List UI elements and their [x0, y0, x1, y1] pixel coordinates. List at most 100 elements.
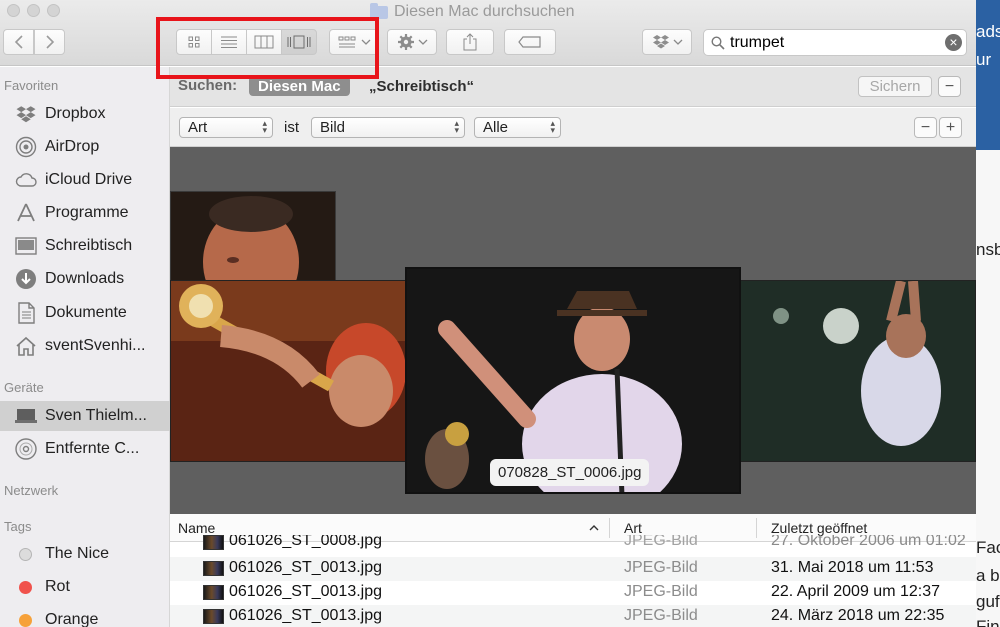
chevron-down-icon	[418, 39, 427, 45]
tag-color-icon	[19, 580, 32, 594]
search-input[interactable]	[730, 32, 940, 53]
sidebar-item-home[interactable]: sventSvenhi...	[0, 331, 170, 361]
sidebar-item-airdrop[interactable]: AirDrop	[0, 132, 170, 162]
chevron-down-icon	[673, 39, 682, 45]
up-down-arrows-icon: ▴ ▾	[454, 118, 459, 135]
sidebar-heading-favorites: Favoriten	[4, 78, 59, 93]
sidebar-heading-devices: Geräte	[4, 380, 44, 395]
file-date: 27. Oktober 2006 um 01:02	[771, 535, 966, 549]
action-button[interactable]	[387, 29, 437, 55]
criteria-value: Bild	[320, 119, 346, 136]
laptop-icon	[14, 404, 38, 428]
sidebar-heading-tags: Tags	[4, 519, 32, 534]
back-button[interactable]	[3, 29, 34, 55]
search-icon	[711, 36, 725, 50]
sidebar-item-documents[interactable]: Dokumente	[0, 298, 170, 328]
sidebar-item-label: Downloads	[45, 270, 125, 287]
criteria-subvalue-popup[interactable]: Alle ▴ ▾	[474, 117, 561, 138]
sidebar-item-applications[interactable]: Programme	[0, 198, 170, 228]
background-text: Fac	[976, 538, 1000, 557]
background-text: ads	[976, 22, 1000, 41]
zoom-window-button[interactable]	[47, 4, 60, 17]
tags-button[interactable]	[504, 29, 556, 55]
search-criteria-bar: Art ▴ ▾ ist Bild ▴ ▾ Alle ▴ ▾ − +	[170, 108, 976, 147]
up-down-arrows-icon: ▴ ▾	[262, 118, 267, 135]
scope-this-mac-button[interactable]: Diesen Mac	[249, 76, 350, 96]
tag-icon	[518, 36, 541, 48]
file-name: 061026_ST_0008.jpg	[229, 535, 383, 549]
dropbox-icon	[652, 35, 669, 49]
coverflow-view[interactable]: 070828_ST_0006.jpg	[170, 147, 976, 514]
column-header-kind[interactable]: Art	[624, 520, 642, 536]
sidebar-item-label: Schreibtisch	[45, 237, 133, 254]
table-row[interactable]: 061026_ST_0013.jpg JPEG-Bild 22. April 2…	[170, 581, 976, 605]
coverflow-image[interactable]	[740, 280, 976, 462]
file-name: 061026_ST_0013.jpg	[229, 583, 383, 600]
sidebar-item-tag-the-nice[interactable]: The Nice	[0, 539, 170, 569]
column-header-date-opened[interactable]: Zuletzt geöffnet	[771, 520, 867, 536]
file-kind: JPEG-Bild	[624, 607, 698, 624]
search-field[interactable]: ×	[703, 29, 967, 56]
sidebar-item-desktop[interactable]: Schreibtisch	[0, 231, 170, 261]
sidebar-item-this-computer[interactable]: Sven Thielm...	[0, 401, 170, 431]
background-text: a b	[976, 566, 1000, 585]
file-thumbnail-icon	[203, 561, 224, 576]
dropbox-menu-button[interactable]	[642, 29, 692, 55]
highlight-annotation	[156, 17, 379, 79]
coverflow-image[interactable]	[170, 280, 406, 462]
remove-criteria-button[interactable]: −	[914, 117, 937, 138]
file-thumbnail-icon	[203, 609, 224, 624]
coverflow-caption: 070828_ST_0006.jpg	[490, 459, 650, 486]
table-row[interactable]: 061026_ST_0013.jpg JPEG-Bild 24. März 20…	[170, 605, 976, 627]
share-button[interactable]	[446, 29, 494, 55]
sidebar-item-label: AirDrop	[45, 138, 100, 155]
sidebar-item-label: sventSvenhi...	[45, 337, 146, 354]
close-window-button[interactable]	[7, 4, 20, 17]
disc-icon	[14, 437, 38, 461]
forward-button[interactable]	[34, 29, 65, 55]
scope-label: Suchen:	[178, 77, 238, 94]
gear-icon	[397, 34, 414, 50]
titlebar: Diesen Mac durchsuchen trumpet ×	[0, 0, 976, 66]
file-name: 061026_ST_0013.jpg	[229, 607, 383, 624]
column-header-name[interactable]: Name	[178, 520, 215, 536]
sidebar-item-label: Dokumente	[45, 304, 127, 321]
remove-search-button[interactable]: −	[938, 76, 961, 97]
sidebar-item-tag-orange[interactable]: Orange	[0, 605, 170, 627]
clear-search-button[interactable]: ×	[945, 34, 962, 51]
file-date: 24. März 2018 um 22:35	[771, 607, 945, 624]
sidebar-item-label: Rot	[45, 578, 70, 595]
sidebar-item-remote-disc[interactable]: Entfernte C...	[0, 434, 170, 464]
table-row[interactable]: 061026_ST_0013.jpg JPEG-Bild 31. Mai 201…	[170, 557, 976, 581]
sidebar-item-downloads[interactable]: Downloads	[0, 264, 170, 294]
table-row[interactable]: 061026_ST_0008.jpg JPEG-Bild 27. Oktober…	[170, 535, 976, 557]
airdrop-icon	[14, 135, 38, 159]
criteria-operator: ist	[284, 119, 299, 136]
sidebar-heading-network: Netzwerk	[4, 483, 59, 498]
sidebar-item-label: Sven Thielm...	[45, 407, 147, 424]
document-icon	[14, 301, 38, 325]
coverflow-image[interactable]	[170, 191, 336, 286]
criteria-attribute-popup[interactable]: Art ▴ ▾	[179, 117, 273, 138]
file-name: 061026_ST_0013.jpg	[229, 559, 383, 576]
add-criteria-button[interactable]: +	[939, 117, 962, 138]
file-kind: JPEG-Bild	[624, 535, 698, 549]
minimize-window-button[interactable]	[27, 4, 40, 17]
sort-ascending-icon[interactable]	[589, 524, 599, 532]
sidebar-item-tag-red[interactable]: Rot	[0, 572, 170, 602]
sidebar-item-dropbox[interactable]: Dropbox	[0, 99, 170, 129]
sidebar-item-icloud-drive[interactable]: iCloud Drive	[0, 165, 170, 195]
background-text: ur	[976, 50, 992, 69]
scope-desktop-button[interactable]: „Schreibtisch“	[360, 76, 483, 96]
window-title: Diesen Mac durchsuchen	[370, 2, 575, 22]
file-thumbnail-icon	[203, 585, 224, 600]
desktop-icon	[14, 234, 38, 258]
save-search-button[interactable]: Sichern	[858, 76, 932, 97]
sidebar-item-label: Entfernte C...	[45, 440, 140, 457]
criteria-value-popup[interactable]: Bild ▴ ▾	[311, 117, 465, 138]
criteria-subvalue: Alle	[483, 119, 509, 136]
chevron-left-icon	[14, 35, 23, 49]
file-date: 31. Mai 2018 um 11:53	[771, 559, 934, 576]
applications-icon	[14, 201, 38, 225]
file-kind: JPEG-Bild	[624, 559, 698, 576]
